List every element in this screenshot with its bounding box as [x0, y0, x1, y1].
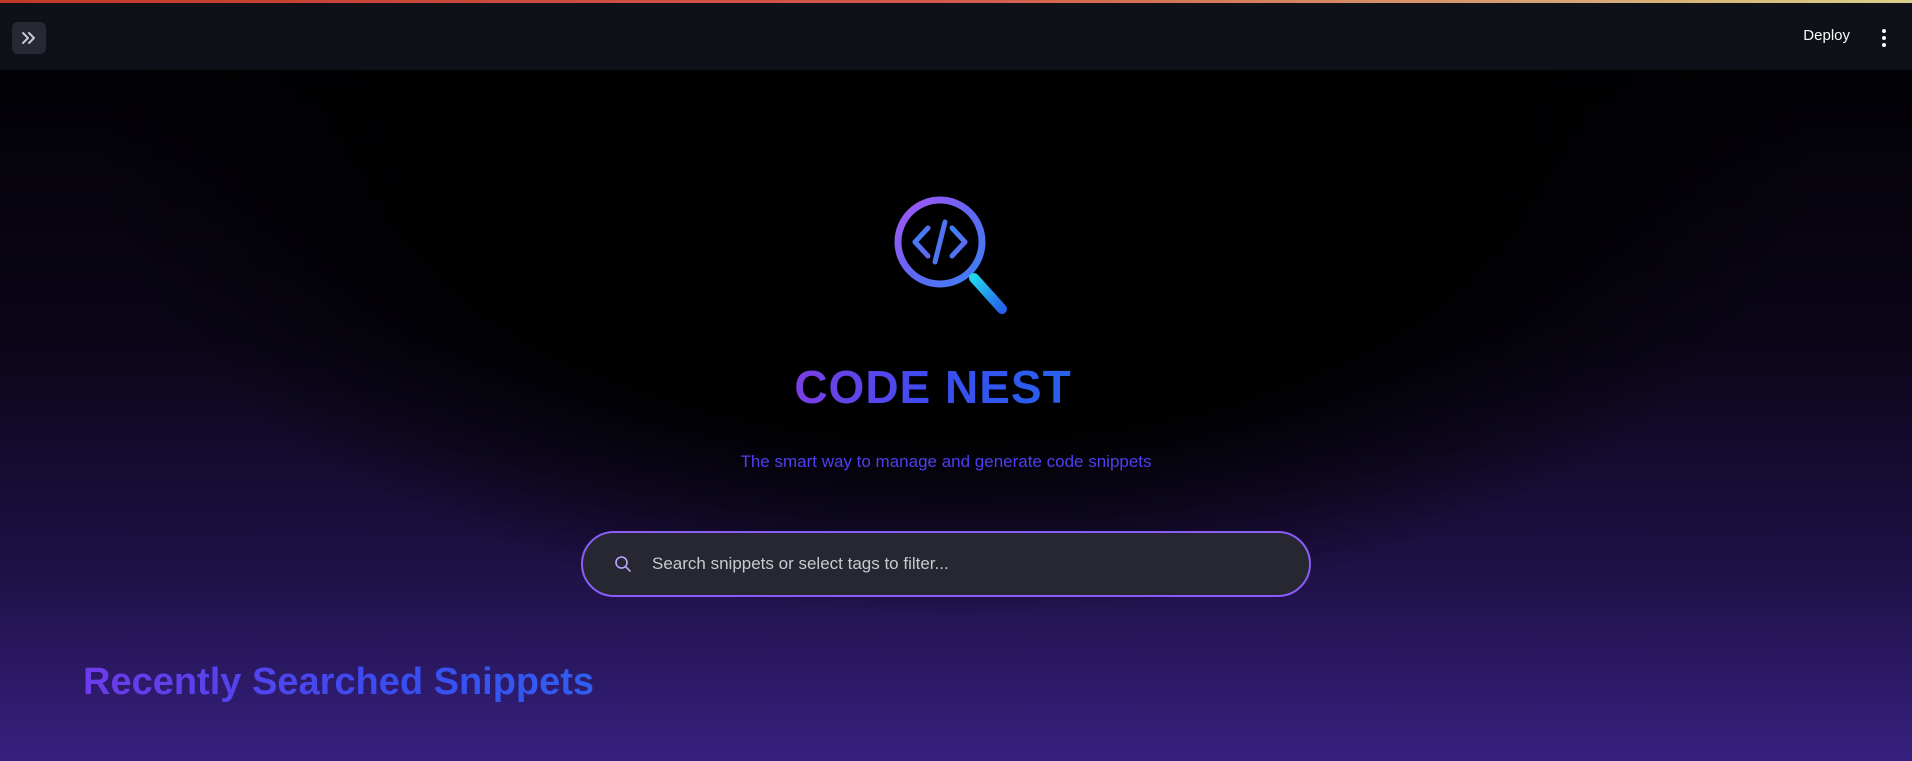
page-subtitle: The smart way to manage and generate cod… — [740, 452, 1152, 471]
search-bar[interactable] — [581, 531, 1311, 597]
app-header: Deploy — [0, 3, 1912, 70]
app-page: Deploy CODE NEST The smart way to manage… — [0, 0, 1912, 761]
app-title-text: CODE NEST — [794, 361, 1072, 413]
magnifier-code-icon — [894, 196, 1007, 314]
sidebar-toggle-button[interactable] — [12, 22, 46, 54]
recent-snippets-heading: Recently Searched Snippets — [83, 661, 595, 703]
main-menu-button[interactable] — [1878, 25, 1890, 51]
double-chevron-right-icon — [22, 32, 35, 44]
deploy-button[interactable]: Deploy — [1803, 27, 1850, 44]
vertical-ellipsis-icon — [1882, 29, 1886, 33]
search-input[interactable] — [650, 553, 1309, 575]
search-icon — [613, 554, 633, 574]
page-title: CODE NEST — [0, 360, 1866, 414]
